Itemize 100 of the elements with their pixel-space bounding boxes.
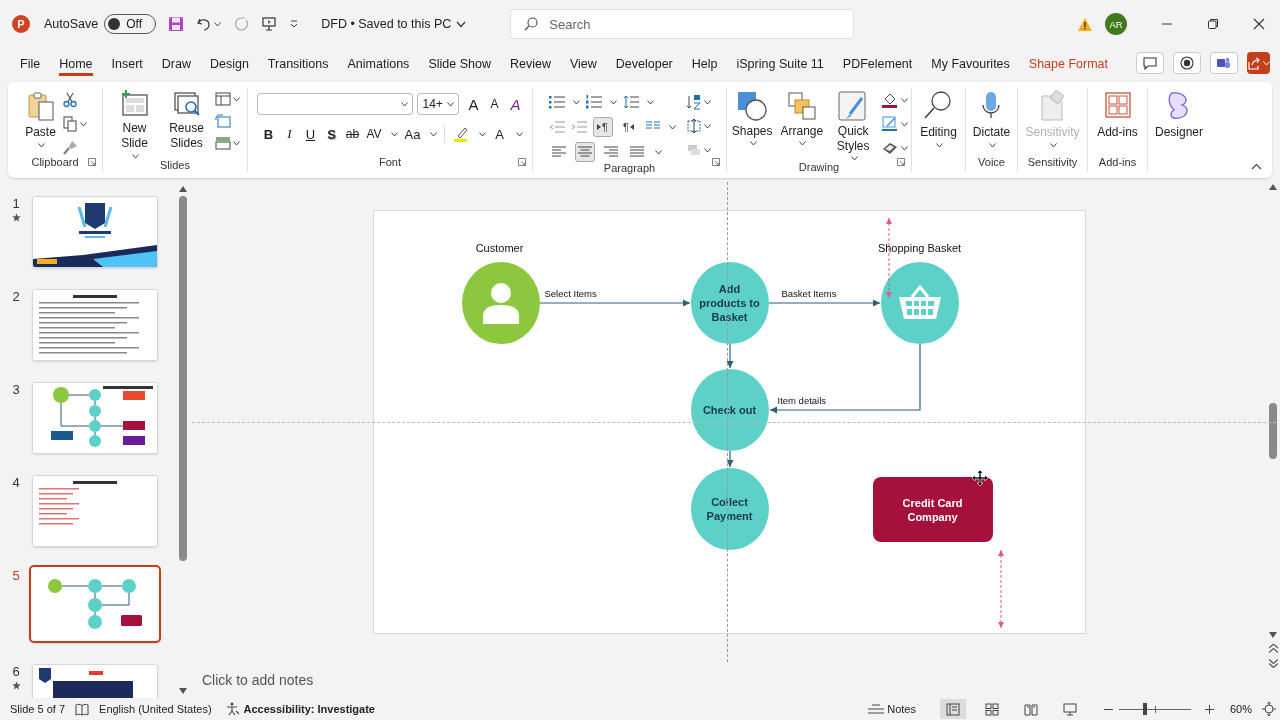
ribbon-tab[interactable]: Help	[691, 50, 718, 76]
caret-icon[interactable]	[232, 140, 240, 146]
ribbon-tab[interactable]: Developer	[615, 50, 673, 76]
reuse-slides-button[interactable]: Reuse Slides	[162, 90, 211, 151]
quick-styles-button[interactable]: Quick Styles	[829, 90, 878, 161]
scrollbar-thumb[interactable]	[179, 196, 187, 561]
caret-icon[interactable]	[850, 156, 858, 161]
ribbon-tab[interactable]: Review	[509, 50, 551, 76]
account-avatar[interactable]: AR	[1105, 13, 1127, 35]
shadow-button[interactable]: S	[324, 126, 339, 142]
slide-thumbnail[interactable]	[29, 565, 161, 643]
language-label[interactable]: English (United States)	[99, 703, 212, 715]
caret-icon[interactable]	[38, 143, 45, 148]
presentation-icon[interactable]	[261, 16, 278, 32]
caret-icon[interactable]	[646, 99, 654, 105]
external-entity-node[interactable]: Credit Card Company	[872, 477, 993, 542]
caret-icon[interactable]	[132, 154, 139, 159]
notes-placeholder[interactable]: Click to add notes	[202, 672, 314, 688]
align-center-button[interactable]	[574, 142, 595, 162]
designer-button[interactable]: Designer	[1153, 90, 1205, 140]
caret-icon[interactable]	[447, 101, 455, 107]
italic-button[interactable]: I	[282, 126, 297, 142]
ribbon-tab[interactable]: Insert	[111, 50, 143, 76]
caret-icon[interactable]	[901, 97, 909, 103]
ribbon-tab[interactable]: PDFelement	[842, 50, 913, 76]
scrollbar-thumb[interactable]	[1269, 403, 1277, 459]
next-slide-icon[interactable]	[1268, 659, 1278, 668]
editing-button[interactable]: Editing	[918, 90, 959, 148]
dialog-launcher-icon[interactable]	[88, 158, 96, 166]
scroll-down-icon[interactable]	[1269, 632, 1277, 638]
right-to-left-button[interactable]: ¶	[618, 117, 639, 137]
shape-fill-icon[interactable]	[881, 92, 900, 108]
caret-icon[interactable]	[654, 149, 662, 155]
shapes-button[interactable]: Shapes	[729, 90, 775, 146]
line-spacing-icon[interactable]	[622, 95, 639, 109]
left-to-right-button[interactable]: ¶	[592, 117, 613, 137]
caret-icon[interactable]	[515, 131, 523, 137]
dialog-launcher-icon[interactable]	[712, 158, 720, 166]
align-text-icon[interactable]	[685, 118, 702, 134]
paste-button[interactable]: Paste	[23, 90, 58, 148]
font-name-field[interactable]	[257, 93, 414, 115]
collapse-ribbon-icon[interactable]	[1251, 163, 1262, 170]
cut-icon[interactable]	[61, 92, 78, 108]
caret-icon[interactable]	[901, 145, 909, 151]
color-button[interactable]: A	[492, 126, 507, 142]
shape-outline-icon[interactable]	[881, 116, 900, 132]
share-button[interactable]	[1247, 52, 1270, 74]
grow-font-button[interactable]: A	[466, 95, 481, 113]
caret-icon[interactable]	[703, 147, 711, 153]
dictate-button[interactable]: Dictate	[970, 90, 1013, 148]
zoom-level[interactable]: 60%	[1229, 703, 1252, 715]
restore-icon[interactable]	[1207, 18, 1219, 30]
reset-icon[interactable]	[214, 114, 231, 128]
search-field[interactable]: Search	[510, 9, 855, 39]
caret-icon[interactable]	[232, 96, 240, 102]
fit-to-window-icon[interactable]	[1262, 702, 1276, 716]
layout-icon[interactable]	[214, 92, 231, 106]
caret-icon[interactable]	[79, 121, 87, 127]
caret-icon[interactable]	[799, 141, 807, 146]
caret-icon[interactable]	[401, 101, 409, 107]
scroll-up-icon[interactable]	[179, 186, 187, 192]
scroll-up-icon[interactable]	[1269, 184, 1277, 190]
sort-icon[interactable]	[685, 94, 702, 110]
teams-button[interactable]	[1210, 52, 1238, 74]
highlight-icon[interactable]	[451, 125, 470, 143]
bold-button[interactable]: B	[261, 126, 276, 142]
scroll-down-icon[interactable]	[179, 688, 187, 694]
process-node[interactable]: Collect Payment	[690, 468, 769, 550]
ribbon-tab[interactable]: File	[20, 50, 41, 76]
save-icon[interactable]	[168, 16, 185, 32]
undo-icon[interactable]	[196, 16, 213, 32]
spacing-button[interactable]: AV	[366, 127, 382, 141]
caret-icon[interactable]	[390, 131, 398, 137]
comments-button[interactable]	[1136, 52, 1164, 74]
ribbon-tab[interactable]: Animations	[347, 50, 410, 76]
caret-icon[interactable]	[429, 131, 437, 137]
dialog-launcher-icon[interactable]	[518, 158, 526, 166]
zoom-slider[interactable]	[1118, 702, 1191, 716]
process-node[interactable]: Add products to Basket	[690, 262, 769, 344]
copy-icon[interactable]	[61, 116, 78, 132]
shape-effects-icon[interactable]	[881, 140, 900, 156]
caret-icon[interactable]	[668, 124, 676, 130]
numbering-icon[interactable]	[585, 95, 602, 109]
format-painter-icon[interactable]	[61, 140, 78, 156]
caret-icon[interactable]	[936, 143, 943, 148]
ribbon-tab[interactable]: Slide Show	[428, 50, 491, 76]
ribbon-tab[interactable]: iSpring Suite 11	[736, 50, 824, 76]
arrange-button[interactable]: Arrange	[778, 90, 826, 146]
caret-icon[interactable]	[749, 141, 757, 146]
caret-icon[interactable]	[478, 131, 486, 137]
document-title[interactable]: DFD • Saved to this PC	[321, 17, 467, 31]
ribbon-tab[interactable]: Draw	[161, 50, 191, 76]
clear-formatting-button[interactable]: A	[508, 95, 523, 113]
ribbon-tab[interactable]: Home	[59, 50, 93, 76]
underline-button[interactable]: U	[303, 126, 318, 142]
spelling-icon[interactable]	[75, 702, 90, 716]
notes-button[interactable]: Notes	[868, 703, 916, 715]
caret-icon[interactable]	[703, 99, 711, 105]
dialog-launcher-icon[interactable]	[897, 158, 905, 166]
case-button[interactable]: Aa	[404, 126, 421, 142]
